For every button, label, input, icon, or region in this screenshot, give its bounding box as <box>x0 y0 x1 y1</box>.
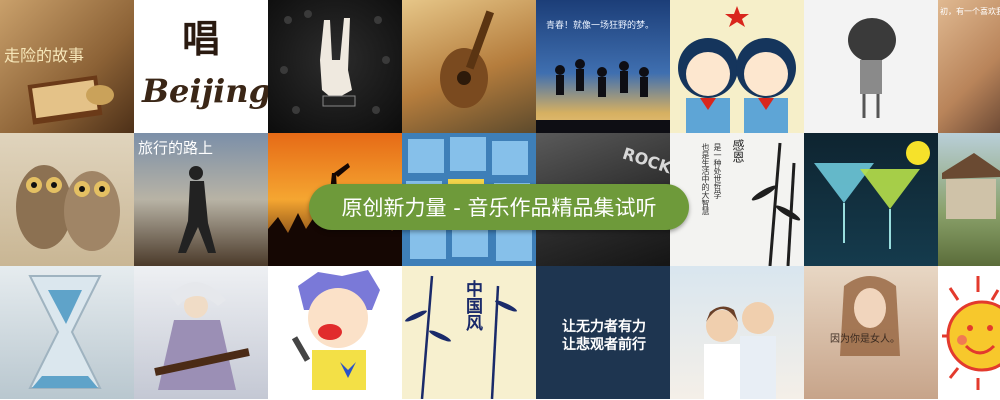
banner-title: 原创新力量 - 音乐作品精品集试听 <box>341 196 657 220</box>
poster-line2: 让悲观者前行 <box>562 337 646 353</box>
tile-guitar-girl[interactable] <box>402 0 536 133</box>
guitar-illustration <box>440 10 495 108</box>
tile-village[interactable] <box>938 133 1000 266</box>
tile-caption: ROCK <box>620 143 670 178</box>
tile-caption: 初，有一个喜欢我的人 <box>940 7 1000 16</box>
music-banner[interactable]: 走险的故事 唱 Beijing 青春！就像一场狂野的梦。 初，有一个喜欢 旅行的… <box>0 0 1000 400</box>
owls-illustration <box>16 165 120 251</box>
couple-illustration <box>704 302 776 399</box>
cocktail-glasses-icon <box>814 141 930 249</box>
tile-title-beijing: Beijing <box>142 72 268 110</box>
cartoon-kids-illustration <box>678 6 796 133</box>
bamboo-illustration <box>751 142 801 266</box>
tile-rock-hand[interactable] <box>268 0 402 133</box>
jumping-silhouettes <box>536 59 670 133</box>
tile-travel-road[interactable]: 旅行的路上 <box>134 133 268 266</box>
tile-ancient-musician[interactable] <box>134 266 268 399</box>
tile-adventure-story[interactable]: 走险的故事 <box>0 0 134 133</box>
sketch-girl-illustration <box>848 18 896 118</box>
banner-title-pill[interactable]: 原创新力量 - 音乐作品精品集试听 <box>309 184 689 230</box>
tile-cocktail[interactable] <box>804 133 938 266</box>
bamboo-ink-illustration <box>405 275 517 399</box>
tile-caption: 走险的故事 <box>4 46 85 65</box>
tile-gratitude-bamboo[interactable]: 感恩 是一种处世哲学 也是生活中的大智慧 <box>670 133 804 266</box>
village-house-illustration <box>942 153 1000 219</box>
tile-cartoon-kids[interactable] <box>670 0 804 133</box>
hourglass-icon <box>28 275 102 389</box>
tile-owls[interactable] <box>0 133 134 266</box>
tile-happy-couple[interactable] <box>670 266 804 399</box>
sun-face-icon <box>942 276 1000 390</box>
book-illustration <box>27 75 114 125</box>
tile-child-face[interactable]: 初，有一个喜欢我的人 <box>938 0 1000 133</box>
tile-china-style[interactable]: 中国风 <box>402 266 536 399</box>
cartoon-singer-illustration <box>291 270 380 390</box>
tile-sun-face[interactable] <box>938 266 1000 399</box>
tile-sketch-girl[interactable] <box>804 0 938 133</box>
traveler-silhouette <box>178 166 216 253</box>
guqin-player-illustration <box>154 281 250 390</box>
poster-line1: 让无力者有力 <box>562 319 646 335</box>
tile-youth-dream[interactable]: 青春！就像一场狂野的梦。 <box>536 0 670 133</box>
tile-motivation-poster[interactable]: 让无力者有力 让悲观者前行 <box>536 266 670 399</box>
tile-caption: 因为你是女人。 <box>830 334 900 345</box>
rock-hand-icon <box>280 10 390 114</box>
tile-cartoon-singer[interactable] <box>268 266 402 399</box>
tile-title-sing: 唱 <box>182 16 221 61</box>
tile-girl-woman[interactable]: 因为你是女人。 <box>804 266 938 399</box>
tile-sing-beijing[interactable]: 唱 Beijing <box>134 0 268 133</box>
tile-hourglass[interactable] <box>0 266 134 399</box>
